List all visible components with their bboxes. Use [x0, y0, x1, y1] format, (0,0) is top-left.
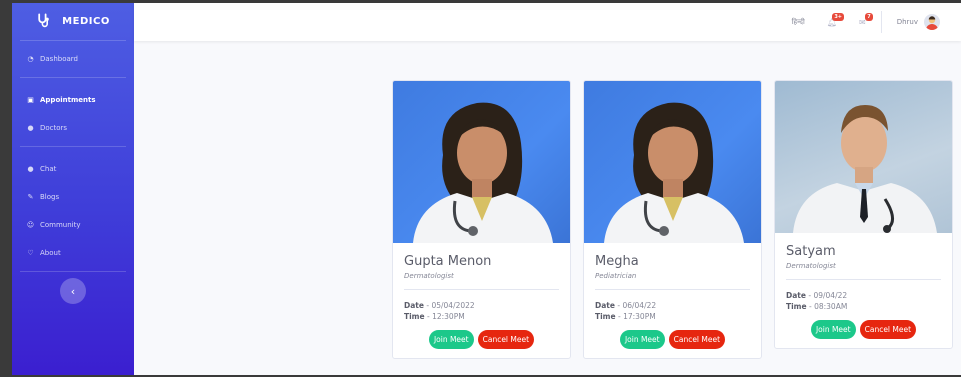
- card-divider: [595, 289, 750, 290]
- doctor-specialty: Pediatrician: [595, 272, 637, 280]
- doctor-photo: [584, 81, 761, 243]
- sidebar-divider: [20, 146, 126, 147]
- language-label: हिन्दी: [791, 17, 805, 26]
- appointment-cards: Gupta Menon Dermatologist Date - 05/04/2…: [392, 80, 953, 359]
- appointment-card: Gupta Menon Dermatologist Date - 05/04/2…: [392, 80, 571, 359]
- sidebar-toggle-button[interactable]: ‹: [60, 278, 86, 304]
- appointment-card: Megha Pediatrician Date - 06/04/22 Time …: [583, 80, 762, 359]
- main-content: हिन्दी 🔔︎ 3+ ✉ 7 Dhruv Gupta Menon Derma…: [134, 3, 961, 375]
- card-divider: [786, 279, 941, 280]
- doctor-photo: [775, 81, 952, 233]
- user-dropdown[interactable]: Dhruv: [897, 14, 940, 30]
- doctor-specialty: Dermatologist: [404, 272, 454, 280]
- appointment-time: Time - 12:30PM: [404, 312, 465, 321]
- doctor-specialty: Dermatologist: [786, 262, 836, 270]
- doctor-name: Gupta Menon: [404, 254, 492, 269]
- about-icon: ♡: [27, 249, 34, 257]
- app-window: MEDICO ◔ Dashboard ▣ Appointments ● Doct…: [12, 3, 961, 375]
- alerts-dropdown[interactable]: 🔔︎ 3+: [827, 12, 844, 27]
- alerts-badge: 3+: [832, 12, 844, 21]
- cancel-meet-button[interactable]: Cancel Meet: [859, 320, 917, 339]
- sidebar-item-appointments[interactable]: ▣ Appointments: [12, 86, 134, 114]
- stethoscope-logo-icon: [36, 12, 52, 32]
- sidebar-item-label: Dashboard: [40, 55, 78, 63]
- chevron-left-icon: ‹: [70, 284, 76, 298]
- sidebar-item-label: Blogs: [40, 193, 60, 201]
- sidebar-item-label: Doctors: [40, 124, 68, 132]
- doctor-name: Megha: [595, 254, 639, 269]
- appointment-date: Date - 06/04/22: [595, 301, 657, 310]
- avatar: [924, 14, 940, 30]
- sidebar-divider: [20, 77, 126, 78]
- appointment-time: Time - 08:30AM: [786, 302, 848, 311]
- cancel-meet-button[interactable]: Cancel Meet: [477, 330, 535, 349]
- chat-icon: ●: [27, 165, 34, 173]
- sidebar-item-community[interactable]: ☺ Community: [12, 211, 134, 239]
- sidebar-divider: [20, 271, 126, 272]
- calendar-icon: ▣: [27, 96, 34, 104]
- sidebar-item-label: Appointments: [40, 96, 96, 104]
- brand-name: MEDICO: [62, 16, 110, 27]
- sidebar-item-blogs[interactable]: ✎ Blogs: [12, 183, 134, 211]
- messages-badge: 7: [865, 12, 873, 21]
- doctor-icon: ●: [27, 124, 34, 132]
- topbar: हिन्दी 🔔︎ 3+ ✉ 7 Dhruv: [134, 3, 961, 41]
- community-icon: ☺: [26, 221, 35, 229]
- sidebar: MEDICO ◔ Dashboard ▣ Appointments ● Doct…: [12, 3, 134, 375]
- join-meet-button[interactable]: Join Meet: [619, 330, 665, 349]
- join-meet-button[interactable]: Join Meet: [810, 320, 856, 339]
- doctor-photo: [393, 81, 570, 243]
- dashboard-icon: ◔: [27, 55, 34, 63]
- appointment-card: Satyam Dermatologist Date - 09/04/22 Tim…: [774, 80, 953, 349]
- sidebar-item-label: Chat: [40, 165, 57, 173]
- appointment-time: Time - 17:30PM: [595, 312, 656, 321]
- doctor-name: Satyam: [786, 244, 836, 259]
- topbar-divider: [880, 11, 882, 33]
- join-meet-button[interactable]: Join Meet: [428, 330, 474, 349]
- sidebar-item-about[interactable]: ♡ About: [12, 239, 134, 267]
- appointment-date: Date - 09/04/22: [786, 291, 848, 300]
- sidebar-item-dashboard[interactable]: ◔ Dashboard: [12, 45, 134, 73]
- appointment-date: Date - 05/04/2022: [404, 301, 475, 310]
- sidebar-item-label: About: [40, 249, 61, 257]
- language-toggle[interactable]: हिन्दी: [792, 18, 805, 27]
- blog-icon: ✎: [27, 193, 34, 201]
- card-divider: [404, 289, 559, 290]
- sidebar-item-doctors[interactable]: ● Doctors: [12, 114, 134, 142]
- sidebar-item-chat[interactable]: ● Chat: [12, 155, 134, 183]
- username: Dhruv: [896, 18, 918, 26]
- brand[interactable]: MEDICO: [20, 3, 126, 41]
- sidebar-item-label: Community: [40, 221, 81, 229]
- messages-dropdown[interactable]: ✉ 7: [859, 12, 873, 27]
- cancel-meet-button[interactable]: Cancel Meet: [668, 330, 726, 349]
